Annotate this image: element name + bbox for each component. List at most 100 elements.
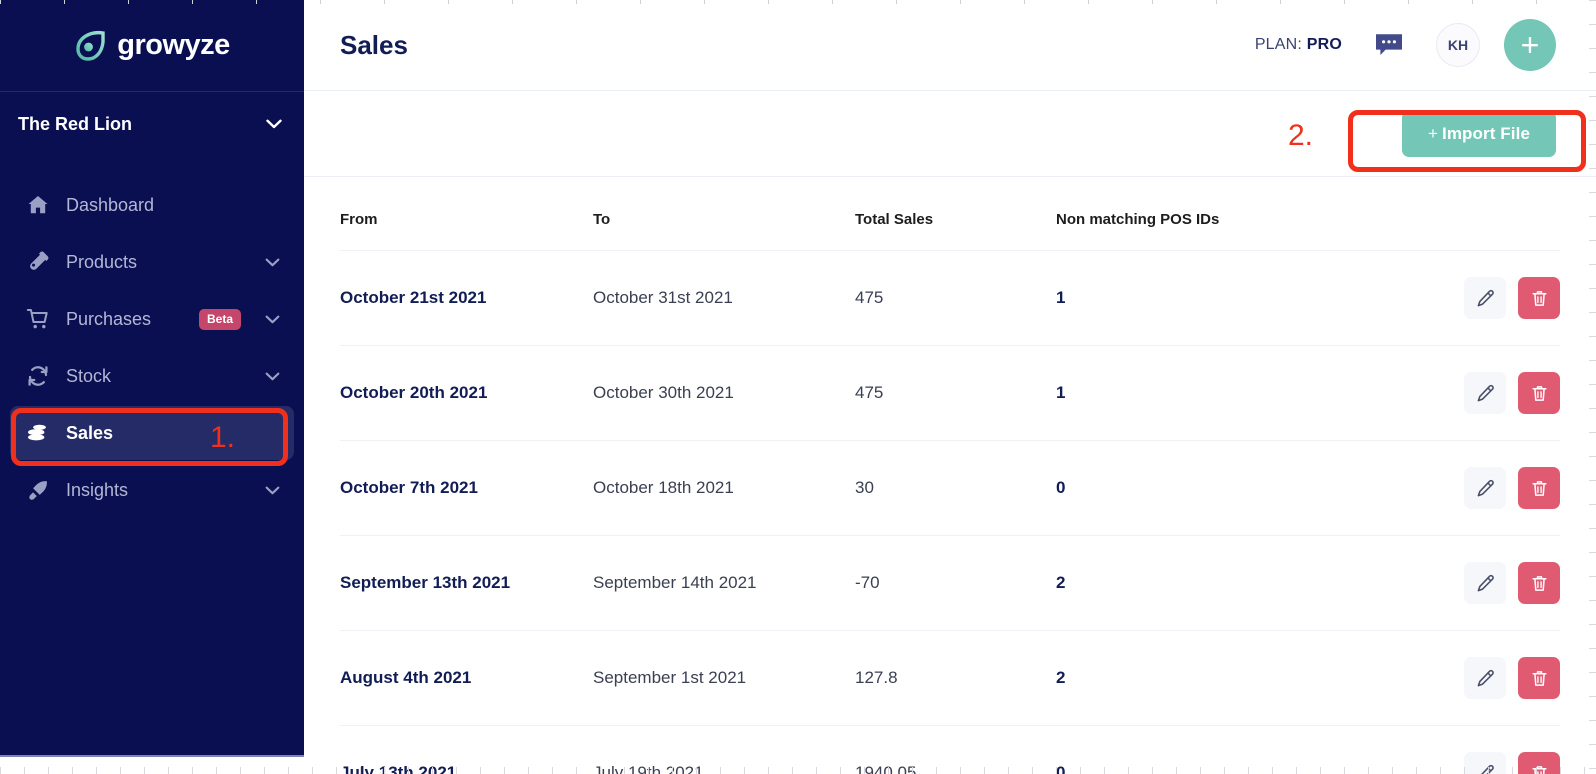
sidebar-nav: Dashboard Products Purchases Beta Stock … bbox=[0, 178, 304, 517]
action-bar: + Import File bbox=[304, 91, 1596, 177]
rocket-icon bbox=[26, 478, 50, 502]
table-head: From To Total Sales Non matching POS IDs bbox=[340, 177, 1560, 251]
plan-value: PRO bbox=[1306, 36, 1342, 53]
sidebar-item-label: Products bbox=[66, 251, 138, 272]
cart-icon bbox=[26, 307, 50, 331]
delete-row-button[interactable] bbox=[1518, 752, 1560, 774]
cell-actions bbox=[1376, 345, 1560, 441]
import-file-label: Import File bbox=[1442, 123, 1530, 143]
plus-icon: + bbox=[1427, 123, 1438, 143]
home-icon bbox=[26, 193, 50, 217]
cell-from[interactable]: October 7th 2021 bbox=[340, 440, 593, 536]
coins-icon bbox=[26, 421, 50, 445]
cell-actions bbox=[1376, 630, 1560, 726]
trash-icon bbox=[1530, 479, 1549, 498]
add-button[interactable]: + bbox=[1504, 19, 1556, 71]
sales-table: From To Total Sales Non matching POS IDs… bbox=[340, 177, 1560, 774]
column-header-total-sales[interactable]: Total Sales bbox=[855, 177, 1056, 251]
cell-non-matching-pos-ids[interactable]: 1 bbox=[1056, 345, 1376, 441]
beta-badge: Beta bbox=[198, 308, 241, 330]
pencil-icon bbox=[1476, 574, 1495, 593]
cell-to: July 19th 2021 bbox=[593, 725, 855, 774]
table-row[interactable]: August 4th 2021 September 1st 2021 127.8 2 bbox=[340, 630, 1560, 726]
sidebar-item-insights[interactable]: Insights bbox=[10, 463, 294, 517]
org-switcher[interactable]: The Red Lion bbox=[0, 92, 304, 156]
cell-total-sales: 1940.05 bbox=[855, 725, 1056, 774]
cell-from[interactable]: October 20th 2021 bbox=[340, 345, 593, 441]
column-header-actions bbox=[1376, 177, 1560, 251]
pencil-icon bbox=[1476, 384, 1495, 403]
page-title: Sales bbox=[340, 30, 408, 60]
cell-from[interactable]: July 13th 2021 bbox=[340, 725, 593, 774]
cell-total-sales: 30 bbox=[855, 440, 1056, 536]
plan-label: PLAN: bbox=[1254, 36, 1303, 53]
sidebar-item-sales[interactable]: Sales bbox=[10, 406, 294, 460]
column-header-from[interactable]: From bbox=[340, 177, 593, 251]
delete-row-button[interactable] bbox=[1518, 467, 1560, 509]
sidebar-item-stock[interactable]: Stock bbox=[10, 349, 294, 403]
table-row[interactable]: October 7th 2021 October 18th 2021 30 0 bbox=[340, 440, 1560, 536]
table-row[interactable]: October 21st 2021 October 31st 2021 475 1 bbox=[340, 250, 1560, 346]
delete-row-button[interactable] bbox=[1518, 562, 1560, 604]
column-header-non-matching-pos-ids[interactable]: Non matching POS IDs bbox=[1056, 177, 1376, 251]
table-body: October 21st 2021 October 31st 2021 475 1 Oc… bbox=[340, 250, 1560, 774]
table-row[interactable]: July 13th 2021 July 19th 2021 1940.05 0 bbox=[340, 725, 1560, 774]
pencil-icon bbox=[1476, 289, 1495, 308]
trash-icon bbox=[1530, 289, 1549, 308]
trash-icon bbox=[1530, 574, 1549, 593]
pencil-icon bbox=[1476, 764, 1495, 774]
cell-to: September 1st 2021 bbox=[593, 630, 855, 726]
edit-row-button[interactable] bbox=[1464, 562, 1506, 604]
edit-row-button[interactable] bbox=[1464, 657, 1506, 699]
cell-to: September 14th 2021 bbox=[593, 535, 855, 631]
cell-to: October 18th 2021 bbox=[593, 440, 855, 536]
delete-row-button[interactable] bbox=[1518, 277, 1560, 319]
cell-non-matching-pos-ids[interactable]: 2 bbox=[1056, 535, 1376, 631]
brand-header[interactable]: growyze bbox=[0, 0, 304, 92]
cell-to: October 31st 2021 bbox=[593, 250, 855, 346]
cell-total-sales: -70 bbox=[855, 535, 1056, 631]
sidebar-item-label: Sales bbox=[66, 422, 114, 443]
cell-non-matching-pos-ids[interactable]: 0 bbox=[1056, 440, 1376, 536]
cell-from[interactable]: August 4th 2021 bbox=[340, 630, 593, 726]
main-content: Sales PLAN: PRO KH + + Import File From … bbox=[304, 0, 1596, 774]
top-bar: Sales PLAN: PRO KH + bbox=[304, 0, 1596, 91]
sidebar-item-products[interactable]: Products bbox=[10, 235, 294, 289]
cell-non-matching-pos-ids[interactable]: 1 bbox=[1056, 250, 1376, 346]
sales-table-wrapper: From To Total Sales Non matching POS IDs… bbox=[304, 177, 1596, 774]
edit-row-button[interactable] bbox=[1464, 752, 1506, 774]
avatar[interactable]: KH bbox=[1436, 23, 1480, 67]
trash-icon bbox=[1530, 764, 1549, 774]
cell-from[interactable]: October 21st 2021 bbox=[340, 250, 593, 346]
growyze-leaf-logo-icon bbox=[74, 29, 108, 63]
org-name: The Red Lion bbox=[18, 113, 132, 134]
sidebar-item-purchases[interactable]: Purchases Beta bbox=[10, 292, 294, 346]
column-header-to[interactable]: To bbox=[593, 177, 855, 251]
table-row[interactable]: October 20th 2021 October 30th 2021 475 1 bbox=[340, 345, 1560, 441]
chevron-down-icon bbox=[266, 119, 282, 129]
delete-row-button[interactable] bbox=[1518, 657, 1560, 699]
avatar-initials: KH bbox=[1447, 37, 1469, 53]
delete-row-button[interactable] bbox=[1518, 372, 1560, 414]
edit-row-button[interactable] bbox=[1464, 277, 1506, 319]
cell-non-matching-pos-ids[interactable]: 2 bbox=[1056, 630, 1376, 726]
sidebar-item-label: Dashboard bbox=[66, 194, 155, 215]
cell-total-sales: 127.8 bbox=[855, 630, 1056, 726]
chevron-down-icon bbox=[265, 258, 280, 267]
table-row[interactable]: September 13th 2021 September 14th 2021 -7… bbox=[340, 535, 1560, 631]
edit-row-button[interactable] bbox=[1464, 467, 1506, 509]
edit-row-button[interactable] bbox=[1464, 372, 1506, 414]
bottle-icon bbox=[26, 250, 50, 274]
cell-non-matching-pos-ids[interactable]: 0 bbox=[1056, 725, 1376, 774]
chat-bubble-icon[interactable] bbox=[1374, 30, 1436, 60]
chevron-down-icon bbox=[265, 315, 280, 324]
chevron-down-icon bbox=[265, 372, 280, 381]
cell-actions bbox=[1376, 535, 1560, 631]
sidebar-item-dashboard[interactable]: Dashboard bbox=[10, 178, 294, 232]
app-root: growyze The Red Lion Dashboard Products bbox=[0, 0, 1596, 774]
pencil-icon bbox=[1476, 669, 1495, 688]
pencil-icon bbox=[1476, 479, 1495, 498]
cell-to: October 30th 2021 bbox=[593, 345, 855, 441]
cell-from[interactable]: September 13th 2021 bbox=[340, 535, 593, 631]
import-file-button[interactable]: + Import File bbox=[1401, 110, 1556, 157]
